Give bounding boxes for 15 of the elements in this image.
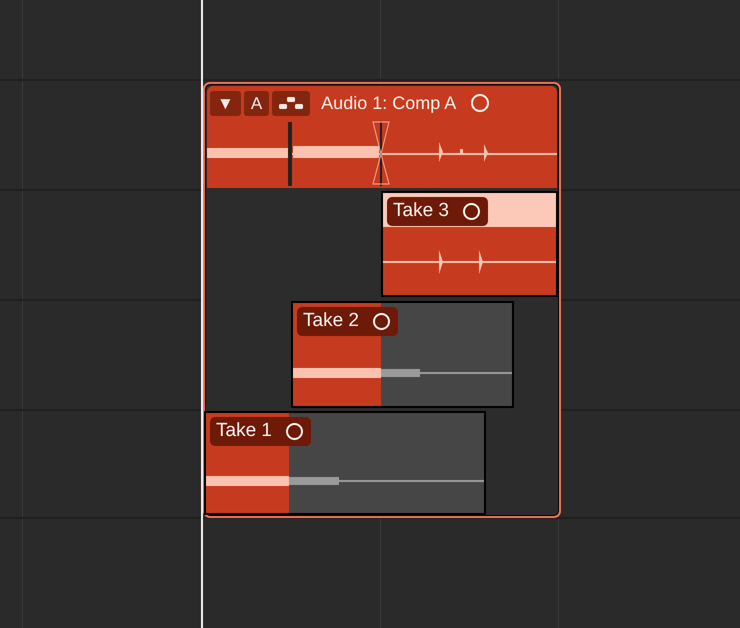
dots-icon (279, 97, 304, 109)
quick-swipe-button[interactable] (272, 90, 310, 116)
take-region[interactable]: Take 2 (291, 301, 514, 408)
folder-title: Audio 1: Comp A (321, 92, 456, 115)
take-region[interactable]: Take 1 (204, 411, 486, 515)
collapse-button[interactable]: ▼ (210, 90, 241, 116)
take-name: Take 1 (216, 419, 272, 444)
circle-icon (372, 313, 390, 330)
circle-icon (462, 203, 480, 220)
take-name: Take 2 (303, 309, 359, 334)
circle-icon (286, 423, 303, 440)
take-name: Take 3 (393, 199, 449, 224)
circle-icon (471, 94, 490, 112)
lane-button[interactable]: A (244, 90, 270, 116)
take-region[interactable]: Take 3 (381, 191, 558, 297)
